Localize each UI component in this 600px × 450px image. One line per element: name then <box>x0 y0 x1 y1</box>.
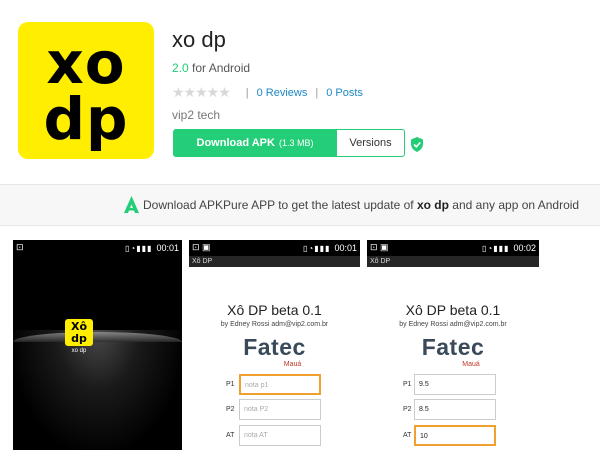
form-subtitle: by Edney Rossi adm@vip2.com.br <box>220 321 329 328</box>
reviews-link[interactable]: 0 Reviews <box>257 87 308 99</box>
rating-row: ★★★★★ | 0 Reviews | 0 Posts <box>172 84 363 101</box>
developer-name[interactable]: vip2 tech <box>172 108 220 122</box>
app-header: xo dp xo dp 2.0 for Android ★★★★★ | 0 Re… <box>0 0 600 184</box>
download-apk-button[interactable]: Download APK (1.3 MB) <box>173 129 337 157</box>
apkpure-logo-icon <box>124 196 139 213</box>
at-input[interactable]: 10 <box>414 425 496 446</box>
field-label-p1: P1 <box>226 381 235 388</box>
form-title: Xô DP beta 0.1 <box>227 302 322 318</box>
status-icons: ▯◔▮▮▮ <box>125 243 153 253</box>
fatec-logo: Fatec <box>243 334 306 360</box>
p1-input[interactable]: nota p1 <box>239 374 321 395</box>
banner-suffix: and any app on Android <box>448 198 580 212</box>
field-label-p2: P2 <box>403 406 412 413</box>
status-icons: ▯◔▮▮▮ <box>303 243 331 253</box>
p2-input[interactable]: 8.5 <box>414 399 496 420</box>
splash-label: xo dp <box>71 348 87 354</box>
divider: | <box>315 86 319 99</box>
screenshot-3[interactable]: ⊡ ▣ ▯◔▮▮▮ 00:02 Xô DP Xô DP beta 0.1 by … <box>367 240 539 450</box>
water-background <box>13 330 182 450</box>
notification-icon: ⊡ ▣ <box>192 242 211 252</box>
notification-icon: ⊡ <box>16 242 24 252</box>
posts-link[interactable]: 0 Posts <box>326 87 363 99</box>
status-time: 00:01 <box>156 243 179 253</box>
app-bar-title: Xô DP <box>189 256 360 267</box>
app-icon[interactable]: xo dp <box>18 22 154 159</box>
status-bar: ⊡ ▣ ▯◔▮▮▮ 00:01 <box>189 240 360 256</box>
fatec-logo-sub: Mauá <box>462 361 480 368</box>
divider: | <box>245 86 249 99</box>
app-version: 2.0 for Android <box>172 61 250 75</box>
status-icons: ▯◔▮▮▮ <box>482 243 510 253</box>
apkpure-promo-banner[interactable]: Download APKPure APP to get the latest u… <box>0 184 600 226</box>
version-number: 2.0 <box>172 61 189 75</box>
fatec-logo-sub: Mauá <box>283 361 302 368</box>
download-size: (1.3 MB) <box>278 138 314 148</box>
app-icon-line-1: xo <box>46 29 126 97</box>
versions-button[interactable]: Versions <box>336 129 405 157</box>
app-icon-line-2: dp <box>43 85 129 153</box>
form-subtitle: by Edney Rossi adm@vip2.com.br <box>399 321 507 328</box>
p2-input[interactable]: nota P2 <box>239 399 321 420</box>
status-time: 00:01 <box>334 243 357 253</box>
field-label-p2: P2 <box>226 406 235 413</box>
field-label-at: AT <box>226 432 235 439</box>
splash-logo-line-2: dp <box>71 332 87 345</box>
notification-icon: ⊡ ▣ <box>370 242 389 252</box>
splash-logo-line-1: Xô <box>70 320 88 333</box>
version-platform: for Android <box>192 61 251 75</box>
status-bar: ⊡ ▣ ▯◔▮▮▮ 00:02 <box>367 240 539 256</box>
form-title: Xô DP beta 0.1 <box>405 302 501 318</box>
app-title: xo dp <box>172 27 226 52</box>
field-label-at: AT <box>403 432 412 439</box>
banner-app-name: xo dp <box>416 198 449 212</box>
download-label: Download APK <box>196 137 275 149</box>
fatec-logo: Fatec <box>421 334 485 360</box>
screenshot-2[interactable]: ⊡ ▣ ▯◔▮▮▮ 00:01 Xô DP Xô DP beta 0.1 by … <box>189 240 360 450</box>
screenshot-1[interactable]: ⊡ ▯◔▮▮▮ 00:01 Xô dp xo dp <box>13 240 182 450</box>
app-bar-title: Xô DP <box>367 256 539 267</box>
star-rating-icon: ★★★★★ <box>172 84 231 100</box>
status-time: 00:02 <box>513 243 536 253</box>
at-input[interactable]: nota AT <box>239 425 321 446</box>
field-label-p1: P1 <box>403 381 412 388</box>
banner-prefix: Download APKPure APP to get the latest u… <box>143 198 417 212</box>
splash-logo: Xô dp <box>65 319 93 346</box>
screenshot-gallery: ⊡ ▯◔▮▮▮ 00:01 Xô dp xo dp ⊡ ▣ ▯◔▮▮▮ 00:0… <box>0 240 600 450</box>
status-bar: ⊡ ▯◔▮▮▮ 00:01 <box>13 240 182 256</box>
verified-shield-icon <box>411 137 423 152</box>
banner-text: Download APKPure APP to get the latest u… <box>143 198 579 212</box>
p1-input[interactable]: 9.5 <box>414 374 496 395</box>
